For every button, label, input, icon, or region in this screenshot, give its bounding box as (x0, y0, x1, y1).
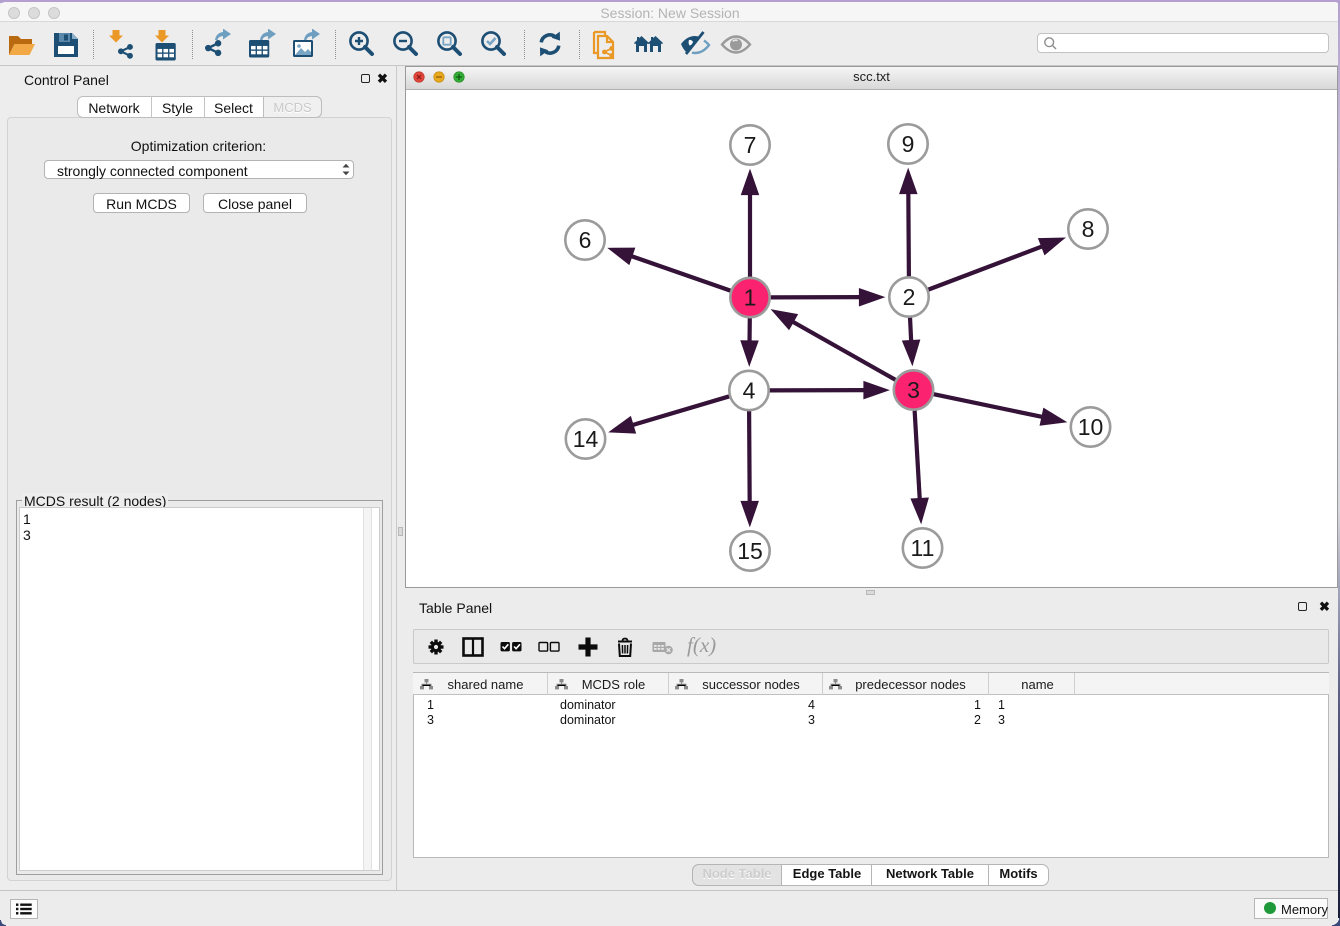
svg-text:1: 1 (744, 285, 757, 311)
svg-text:14: 14 (573, 426, 599, 452)
svg-text:7: 7 (744, 132, 757, 158)
svg-text:4: 4 (743, 378, 756, 404)
svg-text:2: 2 (903, 284, 916, 310)
svg-text:15: 15 (737, 538, 763, 564)
svg-text:9: 9 (902, 131, 915, 157)
svg-text:8: 8 (1082, 216, 1095, 242)
svg-text:6: 6 (579, 227, 592, 253)
svg-text:11: 11 (911, 535, 935, 561)
svg-text:10: 10 (1078, 414, 1104, 440)
svg-text:3: 3 (907, 377, 920, 403)
